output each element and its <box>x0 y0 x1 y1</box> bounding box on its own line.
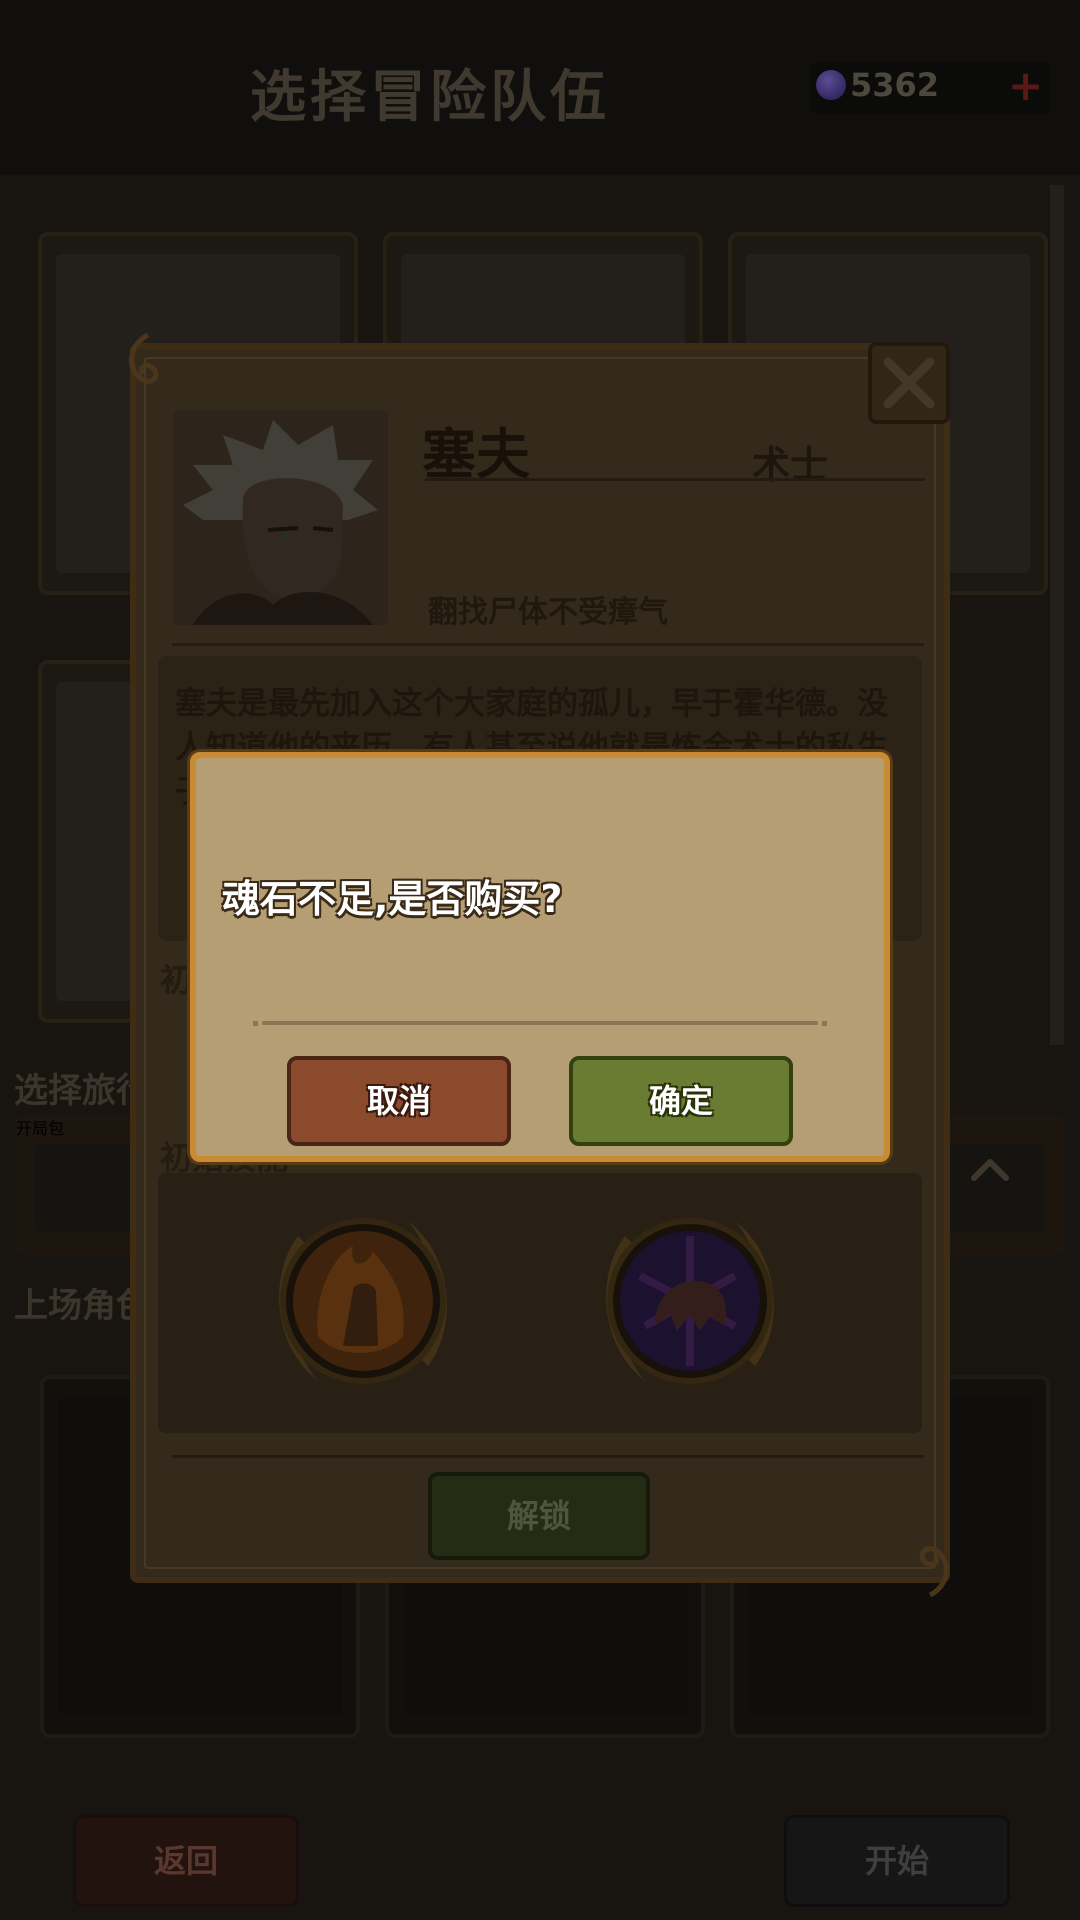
dialog-divider <box>262 1021 818 1025</box>
confirm-button[interactable]: 确定 <box>569 1056 793 1146</box>
cancel-button[interactable]: 取消 <box>287 1056 511 1146</box>
dialog-message: 魂石不足,是否购买? <box>222 877 563 921</box>
divider-dot <box>253 1021 258 1026</box>
divider-dot <box>822 1021 827 1026</box>
